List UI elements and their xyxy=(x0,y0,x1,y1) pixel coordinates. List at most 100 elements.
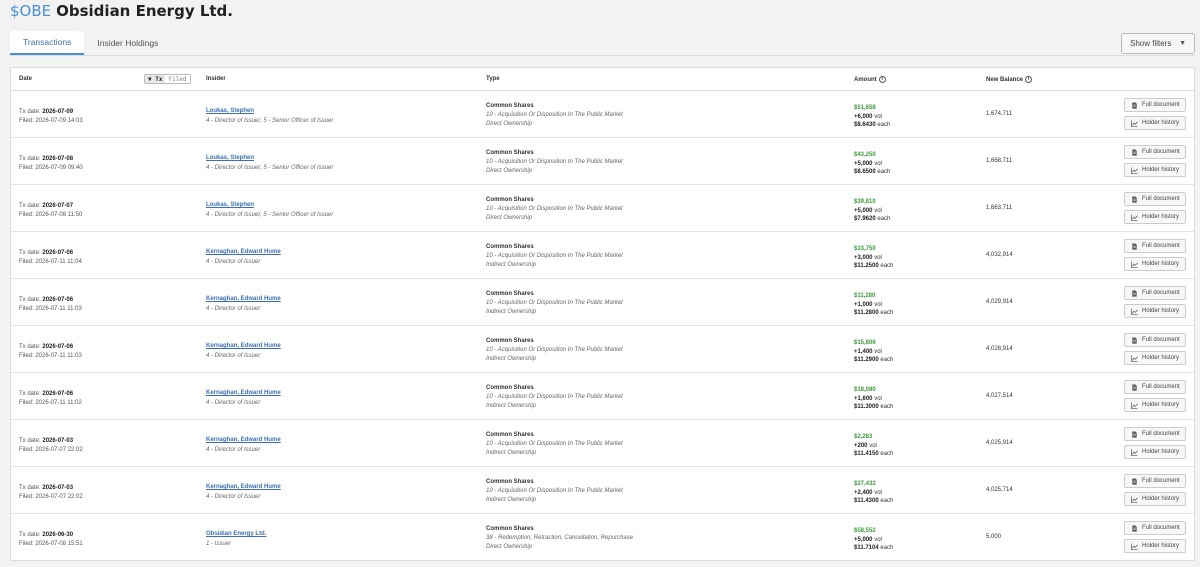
full-document-button[interactable]: Full document xyxy=(1124,333,1186,347)
full-document-label: Full document xyxy=(1142,149,1180,155)
vol-suffix: vol xyxy=(874,536,882,543)
insider-role: 4 - Director of Issuer xyxy=(206,352,261,359)
holder-history-button[interactable]: Holder history xyxy=(1124,257,1186,271)
vol-suffix: vol xyxy=(874,254,882,261)
document-icon xyxy=(1132,289,1137,297)
security-name: Common Shares xyxy=(486,197,534,203)
ownership-type: Indirect Ownership xyxy=(486,309,537,316)
full-document-button[interactable]: Full document xyxy=(1124,427,1186,441)
toggle-tx[interactable]: ▼ Tx xyxy=(145,75,166,83)
insider-cell: Kernaghan, Edward Hume 4 - Director of I… xyxy=(206,389,281,408)
full-document-button[interactable]: Full document xyxy=(1124,521,1186,535)
tx-date-value: 2026-07-06 xyxy=(42,297,74,303)
table-row: Tx date: 2026-07-06 Filed: 2026-07-11 11… xyxy=(11,232,1194,279)
amount-price: $11.7104 xyxy=(854,545,879,552)
amount-volume: +1,000 xyxy=(854,301,873,308)
holder-history-button[interactable]: Holder history xyxy=(1124,539,1186,553)
ownership-type: Direct Ownership xyxy=(486,168,533,175)
type-cell: Common Shares 10 - Acquisition Or Dispos… xyxy=(486,243,623,271)
holder-history-label: Holder history xyxy=(1142,355,1180,361)
insider-link[interactable]: Kernaghan, Edward Hume xyxy=(206,296,281,302)
info-icon[interactable]: i xyxy=(878,76,886,83)
type-cell: Common Shares 10 - Acquisition Or Dispos… xyxy=(486,149,623,177)
security-name: Common Shares xyxy=(486,150,534,156)
balance-cell: 4,025,714 xyxy=(986,487,1013,493)
page-header: $OBE Obsidian Energy Ltd. xyxy=(10,0,233,22)
filed-value: 2026-07-11 11:03 xyxy=(35,306,82,312)
insider-link[interactable]: Kernaghan, Edward Hume xyxy=(206,437,281,443)
tx-date-label: Tx date: xyxy=(19,532,41,538)
ownership-type: Direct Ownership xyxy=(486,121,533,128)
full-document-button[interactable]: Full document xyxy=(1124,286,1186,300)
amount-volume: +6,000 xyxy=(854,113,873,120)
full-document-button[interactable]: Full document xyxy=(1124,192,1186,206)
column-header-insider: Insider xyxy=(206,76,226,82)
chart-line-icon xyxy=(1131,307,1138,315)
holder-history-button[interactable]: Holder history xyxy=(1124,445,1186,459)
tab-insider-holdings[interactable]: Insider Holdings xyxy=(84,31,171,55)
full-document-button[interactable]: Full document xyxy=(1124,98,1186,112)
amount-cell: $18,080 +1,600 vol $11.3000 each xyxy=(854,386,893,412)
full-document-button[interactable]: Full document xyxy=(1124,380,1186,394)
column-header-amount: Amount i xyxy=(854,76,886,83)
document-icon xyxy=(1132,430,1137,438)
each-suffix: each xyxy=(880,451,894,458)
holder-history-label: Holder history xyxy=(1142,496,1180,502)
filed-value: 2026-07-09 14:03 xyxy=(35,118,83,124)
insider-link[interactable]: Obsidian Energy Ltd. xyxy=(206,531,266,537)
transaction-code: 10 - Acquisition Or Disposition In The P… xyxy=(486,300,623,307)
transaction-code: 10 - Acquisition Or Disposition In The P… xyxy=(486,441,623,448)
ticker-symbol: $OBE xyxy=(10,2,52,20)
ownership-type: Indirect Ownership xyxy=(486,356,537,363)
holder-history-button[interactable]: Holder history xyxy=(1124,304,1186,318)
toggle-filed[interactable]: Filed xyxy=(165,75,189,83)
holder-history-button[interactable]: Holder history xyxy=(1124,116,1186,130)
insider-link[interactable]: Loukas, Stephen xyxy=(206,155,254,161)
full-document-button[interactable]: Full document xyxy=(1124,145,1186,159)
insider-link[interactable]: Loukas, Stephen xyxy=(206,108,254,114)
each-suffix: each xyxy=(880,357,894,364)
show-filters-button[interactable]: Show filters ▼ xyxy=(1121,33,1195,54)
full-document-button[interactable]: Full document xyxy=(1124,239,1186,253)
security-name: Common Shares xyxy=(486,526,534,532)
caret-down-icon: ▼ xyxy=(1179,40,1186,47)
tx-date-label: Tx date: xyxy=(19,250,41,256)
tx-date-value: 2026-07-08 xyxy=(42,156,74,162)
each-suffix: each xyxy=(880,404,894,411)
vol-suffix: vol xyxy=(874,489,882,496)
filed-label: Filed: xyxy=(19,353,34,359)
vol-suffix: vol xyxy=(869,442,877,449)
holder-history-button[interactable]: Holder history xyxy=(1124,351,1186,365)
amount-price: $8.6430 xyxy=(854,122,876,129)
insider-link[interactable]: Kernaghan, Edward Hume xyxy=(206,390,281,396)
holder-history-label: Holder history xyxy=(1142,543,1180,549)
info-icon[interactable]: i xyxy=(1025,76,1033,83)
tab-transactions[interactable]: Transactions xyxy=(10,31,85,55)
holder-history-button[interactable]: Holder history xyxy=(1124,492,1186,506)
amount-cell: $39,810 +5,000 vol $7.9620 each xyxy=(854,198,890,224)
insider-link[interactable]: Loukas, Stephen xyxy=(206,202,254,208)
row-actions: Full document Holder history xyxy=(1124,192,1186,228)
each-suffix: each xyxy=(877,216,891,223)
ownership-type: Indirect Ownership xyxy=(486,497,537,504)
holder-history-label: Holder history xyxy=(1142,120,1180,126)
transaction-code: 10 - Acquisition Or Disposition In The P… xyxy=(486,347,623,354)
chart-line-icon xyxy=(1131,448,1138,456)
holder-history-button[interactable]: Holder history xyxy=(1124,398,1186,412)
insider-role: 4 - Director of Issuer, 5 - Senior Offic… xyxy=(206,164,334,171)
table-row: Tx date: 2026-07-06 Filed: 2026-07-11 11… xyxy=(11,326,1194,373)
tabs-divider xyxy=(10,55,1195,56)
full-document-button[interactable]: Full document xyxy=(1124,474,1186,488)
security-name: Common Shares xyxy=(486,338,534,344)
holder-history-label: Holder history xyxy=(1142,449,1180,455)
insider-cell: Obsidian Energy Ltd. 1 - Issuer xyxy=(206,530,266,549)
holder-history-button[interactable]: Holder history xyxy=(1124,163,1186,177)
holder-history-button[interactable]: Holder history xyxy=(1124,210,1186,224)
insider-link[interactable]: Kernaghan, Edward Hume xyxy=(206,249,281,255)
insider-link[interactable]: Kernaghan, Edward Hume xyxy=(206,343,281,349)
insider-link[interactable]: Kernaghan, Edward Hume xyxy=(206,484,281,490)
filed-value: 2026-07-08 15:51 xyxy=(35,541,83,547)
date-mode-toggle[interactable]: ▼ Tx Filed xyxy=(144,74,191,84)
insider-role: 4 - Director of Issuer xyxy=(206,258,261,265)
document-icon xyxy=(1132,477,1137,485)
